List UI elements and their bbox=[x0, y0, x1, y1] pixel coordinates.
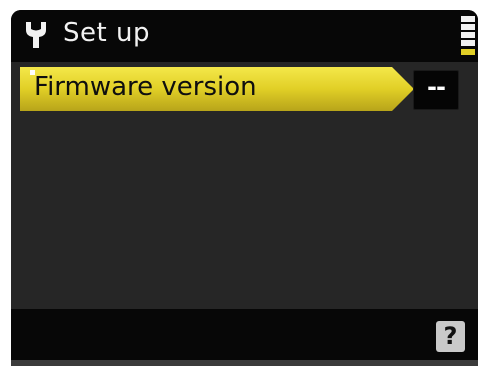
menu-item-firmware-version[interactable]: Firmware version bbox=[20, 67, 414, 111]
menu-title: Set up bbox=[63, 18, 150, 48]
page-indicator-segment bbox=[461, 40, 475, 46]
menu-list: Firmware version -- bbox=[11, 62, 478, 309]
menu-page-indicator bbox=[461, 16, 475, 56]
wrench-icon bbox=[26, 22, 46, 48]
page-indicator-segment-active bbox=[461, 49, 475, 55]
menu-item-value: -- bbox=[413, 70, 459, 110]
menu-item-label: Firmware version bbox=[34, 72, 257, 102]
page-indicator-segment bbox=[461, 32, 475, 38]
page-indicator-segment bbox=[461, 24, 475, 30]
help-button[interactable]: ? bbox=[436, 321, 465, 352]
camera-bezel: Set up Firmware version -- ? bbox=[0, 0, 489, 371]
menu-footer: ? bbox=[11, 309, 478, 366]
screen-bottom-edge bbox=[11, 360, 478, 366]
lcd-screen: Set up Firmware version -- ? bbox=[11, 10, 478, 366]
page-indicator-segment bbox=[461, 16, 475, 22]
menu-item-value-text: -- bbox=[427, 73, 446, 101]
help-icon: ? bbox=[443, 322, 458, 350]
menu-header: Set up bbox=[11, 10, 478, 62]
